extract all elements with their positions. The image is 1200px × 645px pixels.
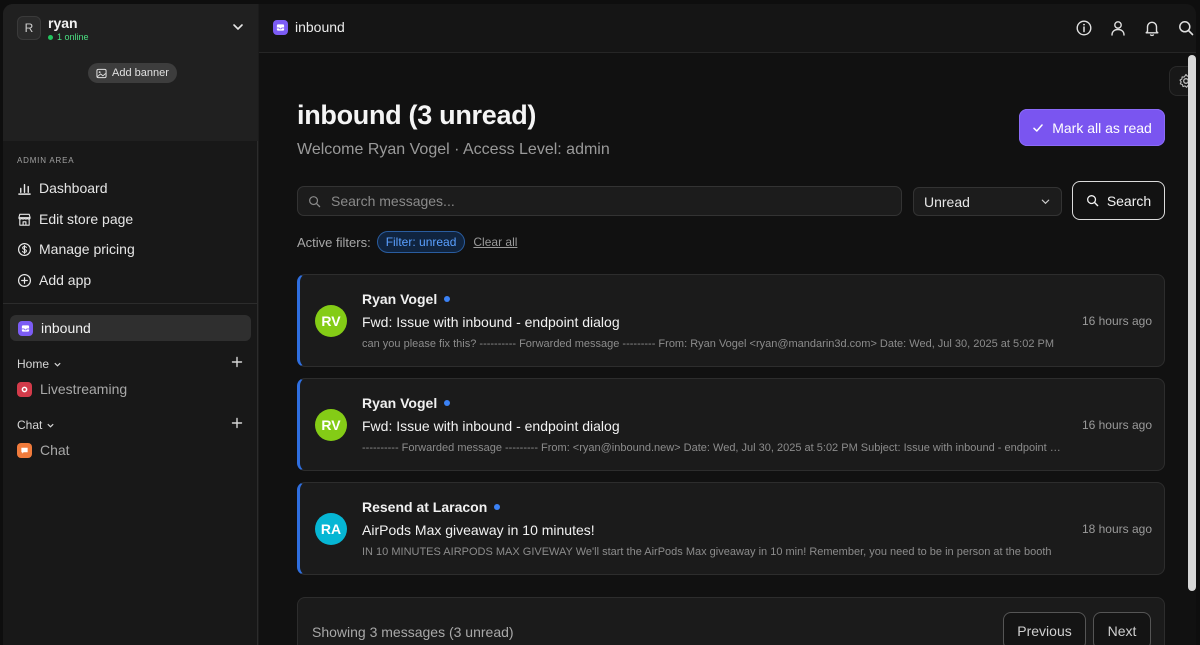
previous-button[interactable]: Previous	[1003, 612, 1086, 645]
unread-dot-icon	[444, 296, 451, 302]
inbox-icon	[18, 320, 33, 336]
sender-name: Resend at Laracon	[362, 499, 501, 515]
main-content: inbound inbound (3 unread) Welcome Ryan …	[259, 4, 1196, 645]
sidebar-item-chat[interactable]: Chat	[17, 440, 70, 460]
active-filters-label: Active filters:	[297, 234, 371, 250]
sender-name: Ryan Vogel	[362, 395, 451, 411]
mark-all-read-label: Mark all as read	[1052, 119, 1152, 136]
info-icon[interactable]	[1075, 19, 1093, 37]
chat-bubble-icon	[17, 442, 32, 458]
sender-avatar: RV	[315, 409, 347, 441]
pagination-bar: Showing 3 messages (3 unread) Previous N…	[297, 597, 1165, 645]
image-icon	[96, 68, 107, 78]
group-home-toggle[interactable]: Home	[17, 356, 62, 372]
search-button[interactable]: Search	[1072, 181, 1165, 220]
user-icon[interactable]	[1109, 19, 1127, 37]
sidebar-item-label: Dashboard	[39, 180, 108, 196]
message-preview: IN 10 MINUTES AIRPODS MAX GIVEWAY We'll …	[362, 546, 1052, 558]
clear-all-link[interactable]: Clear all	[473, 235, 517, 249]
sidebar: R ryan 1 online Add banner ADMIN AREA Da…	[3, 4, 258, 645]
admin-area-label: ADMIN AREA	[17, 156, 75, 165]
group-label: Home	[17, 357, 50, 371]
message-row[interactable]: RA Resend at Laracon AirPods Max giveawa…	[297, 482, 1165, 575]
sidebar-item-label: Chat	[40, 442, 70, 458]
scrollbar[interactable]	[1188, 55, 1196, 591]
unread-dot-icon	[494, 504, 501, 510]
workspace-name[interactable]: ryan	[48, 15, 78, 31]
sender-name: Ryan Vogel	[362, 291, 451, 307]
next-button[interactable]: Next	[1093, 612, 1151, 645]
bell-icon[interactable]	[1143, 19, 1161, 37]
filter-chip-unread[interactable]: Filter: unread	[376, 231, 466, 253]
sidebar-item-inbound[interactable]: inbound	[10, 315, 251, 341]
search-icon	[309, 195, 321, 207]
sidebar-item-label: inbound	[41, 320, 91, 336]
chevron-down-icon	[1041, 199, 1050, 205]
search-field[interactable]	[297, 186, 902, 216]
sidebar-item-dashboard[interactable]: Dashboard	[17, 177, 108, 199]
livestream-icon	[17, 381, 32, 397]
sidebar-divider	[3, 303, 258, 304]
message-subject: AirPods Max giveaway in 10 minutes!	[362, 522, 595, 538]
chevron-down-icon	[54, 362, 61, 367]
sidebar-item-add-app[interactable]: Add app	[17, 269, 91, 291]
message-time: 18 hours ago	[1081, 522, 1152, 536]
message-preview: can you please fix this? ---------- Forw…	[362, 338, 1054, 350]
message-subject: Fwd: Issue with inbound - endpoint dialo…	[362, 418, 620, 434]
add-banner-label: Add banner	[112, 67, 169, 79]
check-icon	[1033, 123, 1043, 132]
search-button-label: Search	[1106, 192, 1152, 209]
sidebar-item-manage-pricing[interactable]: Manage pricing	[17, 238, 135, 260]
page-subtitle: Welcome Ryan Vogel · Access Level: admin	[297, 141, 610, 158]
sender-avatar: RA	[315, 513, 347, 545]
workspace-banner: R ryan 1 online Add banner	[3, 4, 258, 141]
topbar-title: inbound	[295, 19, 345, 35]
topbar: inbound	[259, 4, 1196, 53]
sender-name-text: Ryan Vogel	[362, 291, 438, 307]
status-filter-select[interactable]: Unread	[913, 187, 1062, 216]
chevron-down-icon[interactable]	[231, 20, 245, 34]
message-time: 16 hours ago	[1081, 314, 1152, 328]
sidebar-item-label: Manage pricing	[39, 241, 135, 257]
mark-all-read-button[interactable]: Mark all as read	[1019, 109, 1165, 146]
sender-name-text: Ryan Vogel	[362, 395, 438, 411]
page-title: inbound (3 unread)	[297, 100, 537, 130]
active-filters: Active filters: Filter: unread Clear all	[297, 231, 517, 253]
add-banner-button[interactable]: Add banner	[88, 63, 177, 83]
sidebar-item-livestreaming[interactable]: Livestreaming	[17, 379, 127, 399]
sender-avatar: RV	[315, 305, 347, 337]
sender-name-text: Resend at Laracon	[362, 499, 488, 515]
plus-circle-icon	[17, 273, 32, 287]
sidebar-item-edit-store[interactable]: Edit store page	[17, 208, 133, 230]
workspace-avatar[interactable]: R	[17, 16, 41, 40]
sidebar-item-label: Edit store page	[39, 211, 134, 227]
online-count: 1 online	[57, 32, 89, 42]
message-count: Showing 3 messages (3 unread)	[312, 624, 514, 640]
search-input[interactable]	[331, 193, 891, 209]
message-row[interactable]: RV Ryan Vogel Fwd: Issue with inbound - …	[297, 274, 1165, 367]
plus-icon[interactable]	[231, 356, 243, 368]
search-icon[interactable]	[1177, 19, 1195, 37]
sidebar-item-label: Livestreaming	[40, 381, 128, 397]
store-icon	[18, 213, 31, 226]
chevron-down-icon	[47, 423, 54, 428]
group-chat-toggle[interactable]: Chat	[17, 417, 55, 433]
dollar-icon	[17, 242, 32, 256]
app-window: R ryan 1 online Add banner ADMIN AREA Da…	[3, 4, 1196, 645]
status-filter-value: Unread	[924, 193, 970, 210]
unread-dot-icon	[444, 400, 451, 406]
group-label: Chat	[17, 418, 43, 432]
search-icon	[1086, 195, 1099, 207]
message-row[interactable]: RV Ryan Vogel Fwd: Issue with inbound - …	[297, 378, 1165, 471]
plus-icon[interactable]	[231, 417, 243, 429]
breadcrumb: inbound	[273, 19, 345, 35]
message-time: 16 hours ago	[1081, 418, 1152, 432]
message-preview: ---------- Forwarded message --------- F…	[362, 442, 1062, 454]
message-subject: Fwd: Issue with inbound - endpoint dialo…	[362, 314, 620, 330]
online-dot-icon	[48, 34, 53, 40]
online-status: 1 online	[48, 32, 89, 42]
inbox-icon	[273, 19, 288, 35]
sidebar-item-label: Add app	[39, 272, 92, 288]
bar-chart-icon	[18, 183, 31, 195]
